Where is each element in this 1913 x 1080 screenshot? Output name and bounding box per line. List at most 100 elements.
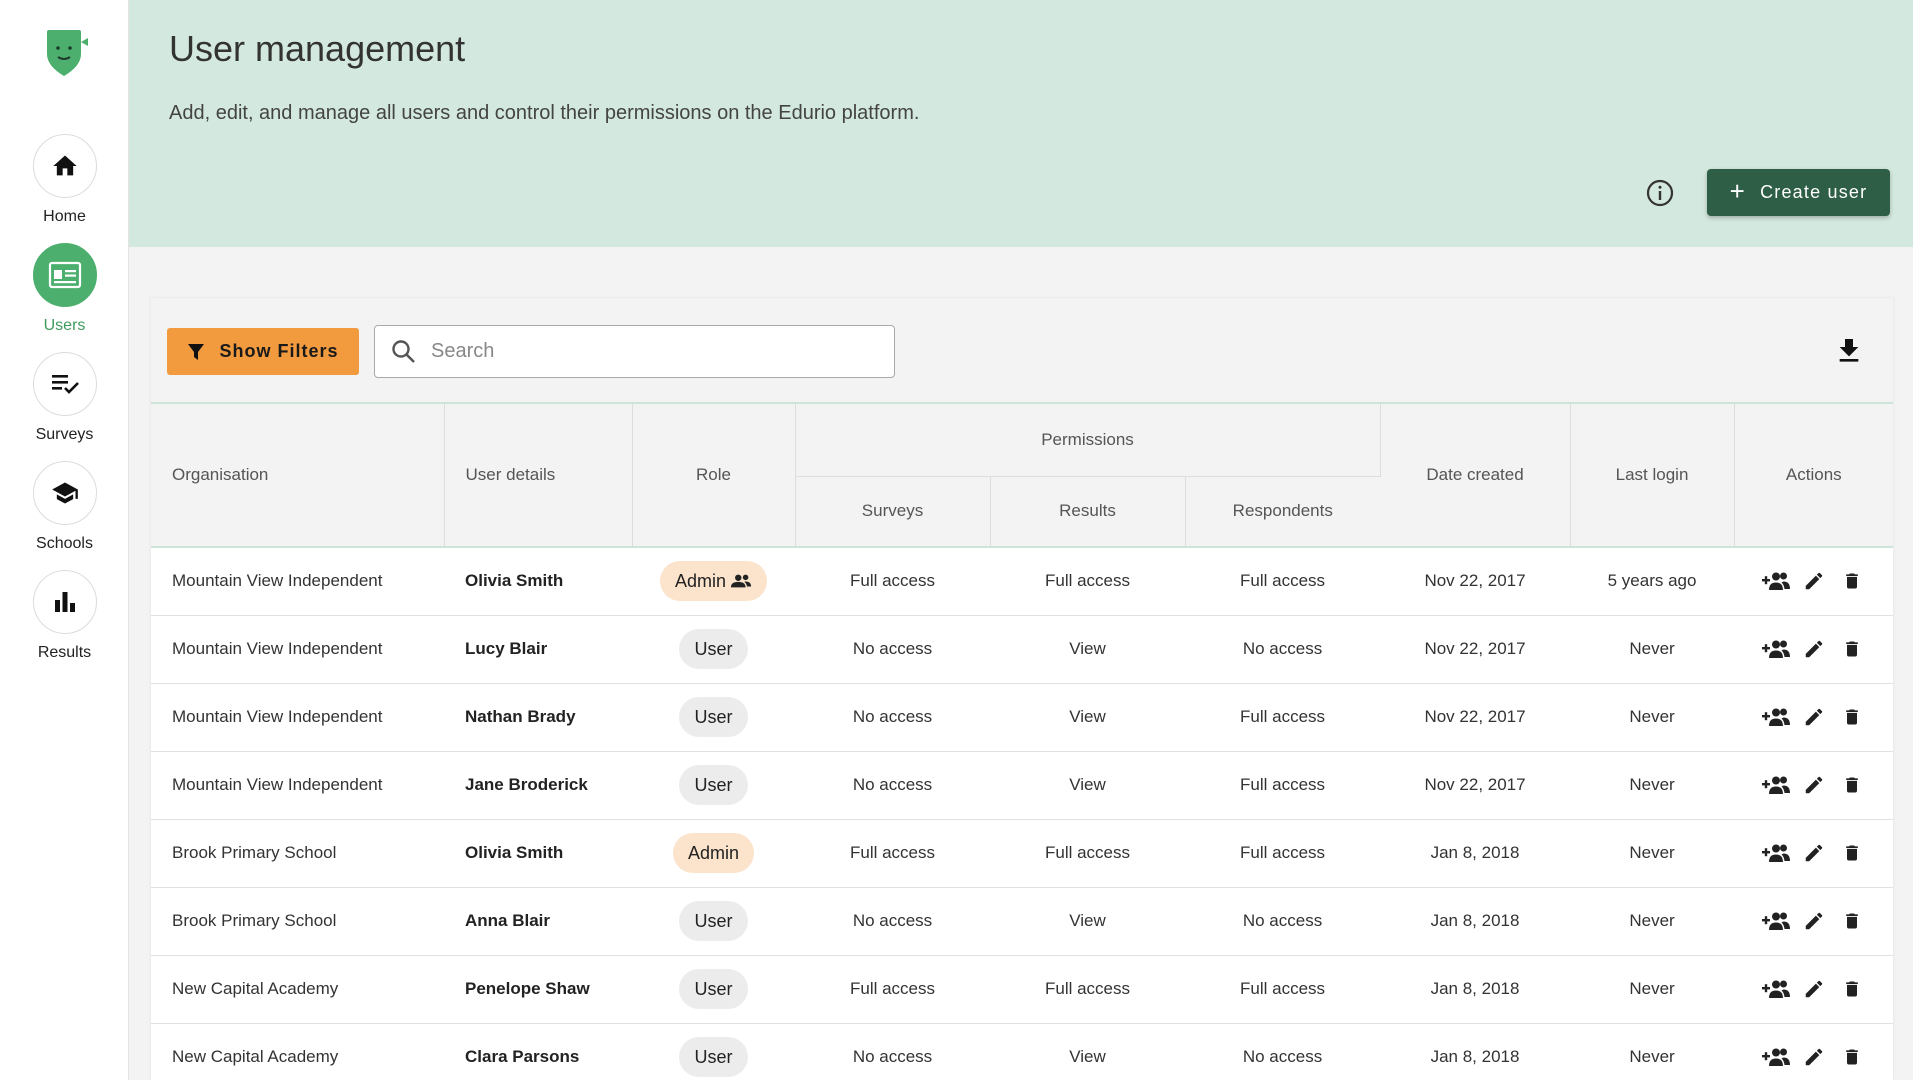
- assign-user-icon[interactable]: [1761, 771, 1790, 799]
- cell-last-login: Never: [1570, 615, 1735, 684]
- header-surveys[interactable]: Surveys: [795, 476, 991, 548]
- nav-circle: [32, 570, 97, 634]
- delete-icon[interactable]: [1838, 703, 1866, 731]
- sidebar-item-label: Results: [37, 644, 92, 661]
- nav-circle: [32, 461, 97, 525]
- assign-user-icon[interactable]: [1761, 703, 1790, 731]
- table-row: New Capital Academy Clara Parsons User No a…: [151, 1023, 1894, 1080]
- cell-last-login: Never: [1570, 955, 1735, 1024]
- assign-user-icon[interactable]: [1761, 567, 1790, 595]
- delete-icon[interactable]: [1838, 1043, 1866, 1071]
- edit-icon[interactable]: [1800, 567, 1828, 595]
- users-table: Organisation User details Role Permissio…: [151, 404, 1894, 1080]
- cell-user-name[interactable]: Penelope Shaw: [444, 955, 632, 1024]
- header-date-created[interactable]: Date created: [1380, 404, 1571, 548]
- cell-surveys-permission: No access: [795, 1023, 990, 1080]
- sidebar-item-label: Users: [43, 317, 86, 334]
- role-badge: User: [679, 629, 748, 669]
- cell-date-created: Nov 22, 2017: [1380, 683, 1571, 752]
- show-filters-button[interactable]: Show Filters: [167, 328, 359, 375]
- header-organisation[interactable]: Organisation: [151, 404, 445, 548]
- delete-icon[interactable]: [1838, 635, 1866, 663]
- cell-surveys-permission: Full access: [795, 819, 990, 888]
- header-results[interactable]: Results: [990, 476, 1186, 548]
- sidebar: Home Users Surveys Schools Results: [0, 0, 129, 1080]
- header-respondents[interactable]: Respondents: [1185, 476, 1381, 548]
- search-box[interactable]: [374, 325, 895, 378]
- assign-user-icon[interactable]: [1761, 839, 1790, 867]
- delete-icon[interactable]: [1838, 975, 1866, 1003]
- sidebar-item-surveys[interactable]: Surveys: [0, 352, 129, 444]
- role-label: User: [694, 1046, 733, 1067]
- cell-respondents-permission: Full access: [1185, 547, 1381, 616]
- cell-results-permission: Full access: [990, 955, 1185, 1024]
- assign-user-icon[interactable]: [1761, 907, 1790, 935]
- header-role[interactable]: Role: [632, 404, 796, 548]
- users-icon: [48, 261, 81, 289]
- edit-icon[interactable]: [1800, 771, 1828, 799]
- cell-user-name[interactable]: Clara Parsons: [444, 1023, 632, 1080]
- results-icon: [54, 592, 75, 612]
- sidebar-item-label: Surveys: [35, 426, 94, 443]
- header-last-login[interactable]: Last login: [1570, 404, 1735, 548]
- surveys-icon: [51, 375, 79, 394]
- role-label: User: [694, 638, 733, 659]
- cell-date-created: Jan 8, 2018: [1380, 819, 1571, 888]
- search-input[interactable]: [431, 340, 871, 363]
- filter-icon: [188, 343, 205, 360]
- edit-icon[interactable]: [1800, 907, 1828, 935]
- assign-user-icon[interactable]: [1761, 635, 1790, 663]
- create-user-label: Create user: [1760, 182, 1868, 202]
- role-badge: User: [679, 969, 748, 1009]
- download-icon[interactable]: [1833, 335, 1865, 367]
- assign-user-icon[interactable]: [1761, 1043, 1790, 1071]
- edit-icon[interactable]: [1800, 975, 1828, 1003]
- cell-last-login: 5 years ago: [1570, 547, 1735, 616]
- cell-organisation: Mountain View Independent: [151, 683, 444, 752]
- cell-date-created: Nov 22, 2017: [1380, 751, 1571, 820]
- cell-user-name[interactable]: Olivia Smith: [444, 819, 632, 888]
- role-badge: Admin: [672, 833, 755, 873]
- cell-surveys-permission: Full access: [795, 955, 990, 1024]
- sidebar-item-results[interactable]: Results: [0, 570, 129, 662]
- table-row: Brook Primary School Anna Blair User No acc…: [151, 887, 1894, 956]
- cell-surveys-permission: No access: [795, 887, 990, 956]
- role-label: User: [694, 774, 733, 795]
- cell-organisation: Mountain View Independent: [151, 751, 444, 820]
- header-user-details[interactable]: User details: [444, 404, 633, 548]
- cell-user-name[interactable]: Anna Blair: [444, 887, 632, 956]
- delete-icon[interactable]: [1838, 771, 1866, 799]
- cell-respondents-permission: Full access: [1185, 955, 1381, 1024]
- table-body: Mountain View Independent Olivia Smith Adm…: [151, 547, 1894, 1080]
- cell-results-permission: View: [990, 1023, 1185, 1080]
- cell-respondents-permission: No access: [1185, 1023, 1381, 1080]
- cell-user-name[interactable]: Lucy Blair: [444, 615, 632, 684]
- edit-icon[interactable]: [1800, 839, 1828, 867]
- table-row: Brook Primary School Olivia Smith Admin Ful…: [151, 819, 1894, 888]
- cell-user-name[interactable]: Olivia Smith: [444, 547, 632, 616]
- table-row: Mountain View Independent Olivia Smith Adm…: [151, 547, 1894, 616]
- sidebar-item-users[interactable]: Users: [0, 243, 129, 335]
- home-icon: [52, 155, 77, 176]
- sidebar-item-label: Schools: [36, 535, 93, 552]
- sidebar-item-schools[interactable]: Schools: [0, 461, 129, 553]
- cell-user-name[interactable]: Jane Broderick: [444, 751, 632, 820]
- create-user-button[interactable]: + Create user: [1707, 169, 1890, 216]
- nav-circle: [32, 134, 97, 198]
- edit-icon[interactable]: [1800, 1043, 1828, 1071]
- cell-organisation: Brook Primary School: [151, 819, 444, 888]
- delete-icon[interactable]: [1838, 839, 1866, 867]
- info-icon[interactable]: [1645, 178, 1675, 208]
- cell-last-login: Never: [1570, 887, 1735, 956]
- cell-date-created: Jan 8, 2018: [1380, 887, 1571, 956]
- cell-user-name[interactable]: Nathan Brady: [444, 683, 632, 752]
- edurio-logo-icon[interactable]: [44, 28, 94, 80]
- assign-user-icon[interactable]: [1761, 975, 1790, 1003]
- delete-icon[interactable]: [1838, 907, 1866, 935]
- edit-icon[interactable]: [1800, 635, 1828, 663]
- delete-icon[interactable]: [1838, 567, 1866, 595]
- sidebar-item-home[interactable]: Home: [0, 134, 129, 226]
- header-actions: Actions: [1734, 404, 1894, 548]
- cell-respondents-permission: No access: [1185, 887, 1381, 956]
- edit-icon[interactable]: [1800, 703, 1828, 731]
